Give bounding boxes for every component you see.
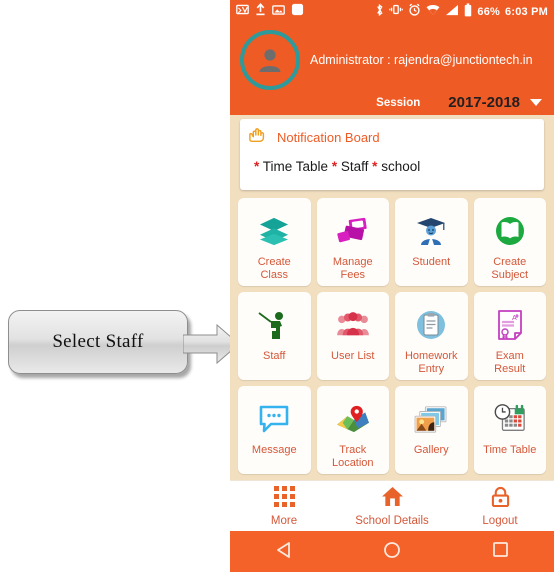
home-icon bbox=[381, 486, 404, 512]
tile-message[interactable]: Message bbox=[238, 386, 311, 474]
photos-icon bbox=[414, 400, 448, 438]
money-icon bbox=[336, 212, 370, 250]
app-icon bbox=[291, 3, 304, 21]
chevron-down-icon[interactable] bbox=[530, 99, 542, 106]
graduate-icon bbox=[415, 212, 447, 250]
notification-text: * Time Table * Staff * school bbox=[254, 159, 421, 174]
clock-time: 6:03 PM bbox=[505, 6, 548, 18]
certificate-icon: A bbox=[496, 306, 524, 344]
tile-label: Message bbox=[251, 444, 297, 456]
home-button[interactable] bbox=[338, 541, 446, 564]
tile-label: Staff bbox=[263, 350, 286, 362]
back-triangle-icon bbox=[275, 541, 293, 564]
callout-label: Select Staff bbox=[52, 331, 144, 352]
tile-label: Exam Result bbox=[494, 350, 526, 375]
tile-manage-fees[interactable]: Manage Fees bbox=[316, 198, 389, 286]
status-bar: 66% 6:03 PM bbox=[230, 0, 554, 24]
tile-label: Time Table bbox=[483, 444, 537, 456]
back-button[interactable] bbox=[230, 541, 338, 564]
phone-screen: 66% 6:03 PM Administrator : rajendra@jun… bbox=[230, 0, 554, 572]
battery-icon bbox=[464, 2, 472, 22]
tile-create-subject[interactable]: Create Subject bbox=[473, 198, 546, 286]
calendar-clock-icon bbox=[493, 400, 527, 438]
wifi-icon bbox=[426, 3, 440, 21]
pointing-hand-icon bbox=[248, 126, 268, 149]
nav-item-more[interactable]: More bbox=[230, 485, 338, 527]
notification-board[interactable]: Notification Board * Time Table * Staff … bbox=[240, 119, 544, 190]
nav-item-school-details[interactable]: School Details bbox=[338, 486, 446, 527]
callout-annotation: Select Staff bbox=[5, 305, 240, 380]
tile-student[interactable]: Student bbox=[395, 198, 468, 286]
chat-bubble-icon bbox=[258, 400, 290, 438]
nav-label: Logout bbox=[482, 514, 518, 527]
tile-label: Track Location bbox=[331, 444, 374, 469]
tile-label: Create Class bbox=[257, 256, 291, 281]
map-pin-icon bbox=[335, 400, 371, 438]
clipboard-icon bbox=[415, 306, 447, 344]
notification-title: Notification Board bbox=[277, 130, 380, 145]
grid-icon bbox=[273, 485, 295, 512]
nav-label: School Details bbox=[355, 514, 429, 527]
book-icon bbox=[494, 212, 526, 250]
vibrate-icon bbox=[389, 3, 404, 21]
alarm-icon bbox=[408, 3, 421, 21]
session-selector[interactable]: Session 2017-2018 bbox=[240, 94, 544, 111]
notification-board-wrapper: Notification Board * Time Table * Staff … bbox=[230, 119, 554, 190]
tile-homework-entry[interactable]: Homework Entry bbox=[395, 292, 468, 380]
battery-percent: 66% bbox=[477, 6, 501, 18]
lock-icon bbox=[491, 486, 510, 512]
tile-staff[interactable]: Staff bbox=[238, 292, 311, 380]
mail-icon bbox=[236, 3, 249, 21]
notification-item-3: school bbox=[381, 159, 421, 174]
people-icon bbox=[336, 306, 370, 344]
tile-label: User List bbox=[331, 350, 375, 362]
android-navigation-bar bbox=[230, 531, 554, 572]
admin-email-label: Administrator : rajendra@junctiontech.in bbox=[310, 52, 533, 67]
signal-icon bbox=[445, 3, 459, 21]
notification-item-2: Staff bbox=[340, 159, 369, 174]
tile-gallery[interactable]: Gallery bbox=[395, 386, 468, 474]
tile-label: Create Subject bbox=[491, 256, 529, 281]
nav-label: More bbox=[270, 514, 298, 527]
session-label: Session bbox=[376, 96, 421, 109]
image-icon bbox=[272, 3, 285, 21]
tile-exam-result[interactable]: A Exam Result bbox=[473, 292, 546, 380]
recents-button[interactable] bbox=[446, 541, 554, 563]
tile-create-class[interactable]: Create Class bbox=[238, 198, 311, 286]
tile-label: Gallery bbox=[413, 444, 449, 456]
callout-box: Select Staff bbox=[8, 310, 188, 374]
tile-time-table[interactable]: Time Table bbox=[473, 386, 546, 474]
avatar[interactable] bbox=[240, 30, 300, 90]
tile-label: Homework Entry bbox=[404, 350, 458, 375]
tile-label: Manage Fees bbox=[332, 256, 373, 281]
bottom-navigation: More School Details Logout bbox=[230, 480, 554, 531]
tile-label: Student bbox=[412, 256, 451, 268]
notification-item-1: Time Table bbox=[262, 159, 329, 174]
nav-item-logout[interactable]: Logout bbox=[446, 486, 554, 527]
home-circle-icon bbox=[383, 541, 401, 564]
menu-grid: Create Class Manage Fees Student Create … bbox=[230, 190, 554, 480]
session-value: 2017-2018 bbox=[448, 94, 520, 111]
user-avatar-icon bbox=[259, 49, 281, 72]
teacher-icon bbox=[258, 306, 290, 344]
layers-icon bbox=[258, 212, 290, 250]
bluetooth-icon bbox=[375, 3, 384, 22]
app-header: Administrator : rajendra@junctiontech.in… bbox=[230, 24, 554, 115]
tile-track-location[interactable]: Track Location bbox=[316, 386, 389, 474]
tile-user-list[interactable]: User List bbox=[316, 292, 389, 380]
upload-icon bbox=[255, 2, 266, 21]
recents-square-icon bbox=[492, 541, 509, 563]
